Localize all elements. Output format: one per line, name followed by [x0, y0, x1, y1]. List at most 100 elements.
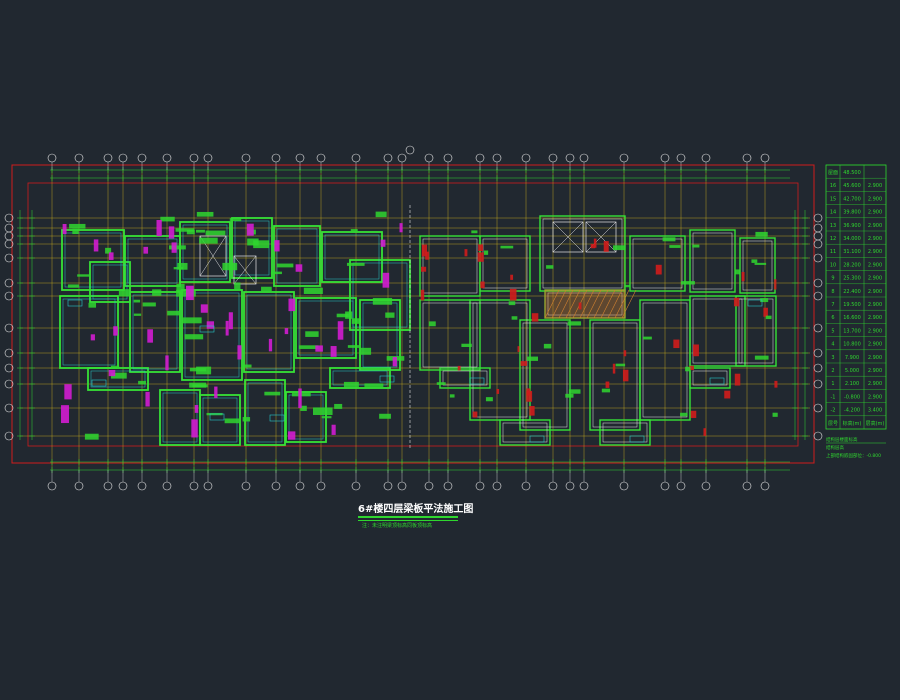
slab-mark — [108, 252, 114, 260]
rebar-mark — [605, 381, 610, 388]
slab-mark — [315, 345, 323, 352]
beam-label-mark — [181, 317, 202, 324]
rebar-mark — [517, 346, 520, 352]
rebar-mark — [464, 249, 468, 257]
rebar-mark — [733, 297, 740, 307]
beam-label-mark-right — [754, 355, 769, 360]
beam-label-mark — [385, 312, 395, 318]
slab-mark — [214, 386, 218, 399]
slab-mark — [61, 405, 69, 424]
rebar-mark — [478, 244, 484, 252]
table-floor-cell: -2 — [831, 408, 836, 414]
slab-mark — [246, 223, 254, 236]
table-height-cell: 2.900 — [868, 328, 882, 334]
slab-mark — [168, 226, 175, 239]
table-floor-cell: 6 — [831, 315, 834, 321]
beam-label-mark — [241, 364, 252, 368]
rebar-mark — [472, 411, 478, 418]
table-floor-cell: 2 — [831, 368, 834, 374]
slab-mark — [399, 223, 403, 233]
beam-label-mark — [224, 418, 241, 424]
table-floor-cell: 13 — [830, 223, 836, 229]
beam-label-mark — [142, 302, 156, 307]
beam-label-mark — [242, 417, 251, 422]
rebar-mark — [603, 241, 609, 252]
beam-label-mark — [169, 245, 186, 250]
beam-label-mark-right — [642, 336, 652, 340]
rebar-mark — [496, 388, 500, 394]
beam-label-mark — [173, 267, 184, 270]
beam-label-mark-right — [485, 397, 493, 402]
slab-mark — [274, 240, 280, 252]
slab-mark — [108, 369, 116, 377]
beam-label-mark — [88, 302, 97, 308]
slab-mark — [392, 356, 397, 367]
beam-label-mark — [110, 365, 120, 369]
rebar-mark — [593, 238, 597, 248]
table-elev-cell: 2.100 — [845, 381, 859, 387]
rebar-mark — [655, 264, 662, 275]
beam-label-mark — [184, 334, 204, 340]
table-footer-line: 结构层高 — [826, 444, 844, 451]
table-footer-line: 结构层楼面标高 — [826, 436, 858, 443]
beam-label-mark — [276, 263, 294, 268]
table-height-cell: 2.900 — [868, 236, 882, 242]
rebar-mark — [623, 350, 627, 357]
table-floor-cell: 7 — [831, 302, 834, 308]
beam-label-mark-right — [526, 356, 539, 361]
table-height-cell: 2.900 — [868, 276, 882, 282]
beam-label-mark — [264, 391, 281, 396]
table-elev-cell: 31.100 — [843, 249, 861, 255]
table-height-cell: 2.900 — [868, 183, 882, 189]
beam-label-mark — [364, 383, 384, 389]
table-height-cell: 层高(m) — [866, 420, 885, 427]
beam-label-mark — [303, 287, 323, 294]
beam-label-mark-right — [449, 394, 455, 398]
slab-mark — [237, 345, 242, 360]
beam-label-mark — [67, 284, 79, 288]
table-floor-cell: 12 — [830, 236, 836, 242]
beam-label-mark — [229, 218, 242, 222]
slab-mark — [194, 405, 199, 413]
table-floor-cell: 3 — [831, 355, 834, 361]
table-floor-cell: 14 — [830, 210, 836, 216]
beam-label-mark-right — [765, 315, 772, 320]
table-floor-cell: 5 — [831, 328, 834, 334]
beam-label-mark-right — [565, 393, 574, 398]
table-height-cell: 2.900 — [868, 249, 882, 255]
beam-label-mark — [138, 380, 146, 385]
beam-label-mark-right — [428, 321, 436, 327]
table-footer-line: 上部结构嵌固部位：-0.800 — [826, 452, 881, 459]
beam-label-mark-right — [681, 281, 695, 285]
table-height-cell: 2.900 — [868, 381, 882, 387]
beam-label-mark-right — [669, 245, 681, 248]
rebar-mark — [612, 363, 616, 374]
beam-label-mark — [77, 274, 91, 277]
slab-mark — [156, 220, 162, 237]
slab-mark — [93, 239, 99, 252]
title-underline — [358, 516, 458, 518]
beam-label-mark — [133, 313, 142, 316]
table-floor-cell: 4 — [831, 342, 834, 348]
slab-mark — [191, 419, 198, 438]
beam-label-mark-right — [567, 321, 582, 326]
beam-label-mark — [133, 299, 141, 303]
slab-mark — [298, 388, 302, 409]
rebar-mark — [693, 344, 699, 357]
beam-label-mark — [345, 311, 353, 319]
beam-label-mark-right — [471, 230, 478, 234]
beam-label-mark-right — [601, 388, 611, 393]
table-elev-cell: 22.400 — [843, 289, 861, 295]
table-height-cell: 2.900 — [868, 315, 882, 321]
drawing-title: 6#楼四层梁板平法施工图 — [358, 504, 474, 515]
table-height-cell: 2.900 — [868, 302, 882, 308]
beam-label-mark — [189, 382, 207, 388]
slab-mark — [206, 321, 215, 329]
slab-mark — [113, 326, 118, 336]
beam-label-mark — [205, 230, 226, 236]
beam-label-mark — [234, 282, 241, 291]
beam-label-mark-right — [680, 412, 688, 417]
table-elev-cell: 13.700 — [843, 328, 861, 334]
beam-label-mark — [375, 211, 387, 218]
slab-mark — [288, 298, 296, 312]
